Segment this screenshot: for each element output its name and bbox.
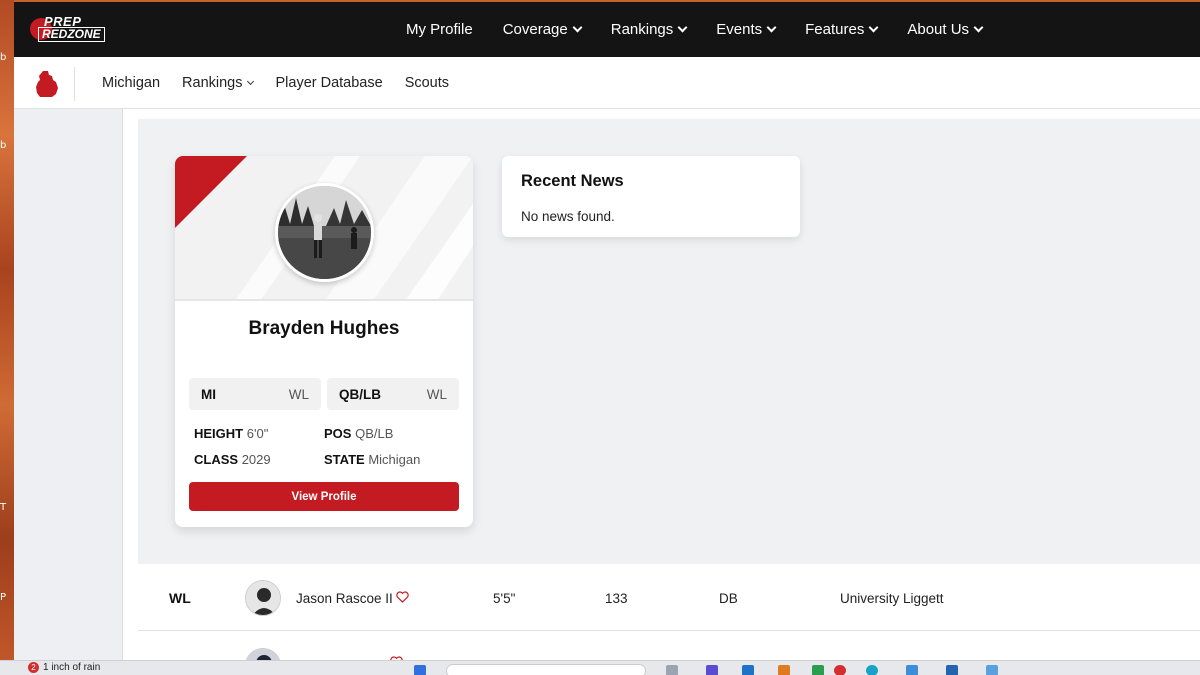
prep-redzone-logo[interactable]: PREP REDZONE [28, 14, 110, 44]
sub-nav-menu: Michigan Rankings Player Database Scouts [102, 57, 449, 109]
stat-position: POS QB/LB [324, 426, 394, 441]
favorite-heart-icon[interactable] [396, 591, 409, 603]
sub-nav-scouts[interactable]: Scouts [405, 75, 449, 91]
player-thumbnail [245, 648, 281, 660]
app-icon[interactable] [986, 665, 998, 675]
player-profile-card: Brayden Hughes MI WL QB/LB WL HEIGHT 6'0… [175, 156, 473, 527]
row-height: 5'5" [493, 590, 516, 606]
desktop-edge-text: P [0, 592, 7, 603]
weather-badge: 2 [28, 662, 39, 673]
pill-key: MI [201, 386, 216, 402]
nav-label: My Profile [406, 21, 473, 38]
top-nav-menu: My Profile Coverage Rankings Events Feat… [406, 2, 984, 57]
stat-height: HEIGHT 6'0" [194, 426, 269, 441]
row-rank: WL [169, 590, 191, 606]
app-icon[interactable] [812, 665, 824, 675]
chevron-down-icon [677, 22, 688, 33]
chevron-down-icon [247, 77, 255, 86]
weather-widget[interactable]: 2 1 inch of rain [28, 662, 100, 673]
player-thumbnail [245, 580, 281, 616]
state-sub-nav: Michigan Rankings Player Database Scouts [14, 57, 1200, 109]
pill-value: WL [288, 386, 309, 402]
taskbar-search-box[interactable] [446, 664, 646, 675]
sub-nav-label: Michigan [102, 75, 161, 91]
desktop-edge-text: b [0, 140, 7, 151]
desktop-edge-text: T [0, 502, 7, 513]
view-profile-button[interactable]: View Profile [189, 482, 459, 511]
recent-news-title: Recent News [521, 172, 624, 190]
notification-badge-icon[interactable] [834, 665, 846, 675]
nav-events[interactable]: Events [716, 21, 777, 38]
row-player-name[interactable]: Jason Rascoe II [296, 565, 393, 631]
app-icon[interactable] [778, 665, 790, 675]
app-icon[interactable] [906, 665, 918, 675]
nav-label: Features [805, 21, 865, 38]
chevron-down-icon [973, 22, 984, 33]
nav-label: Events [716, 21, 763, 38]
nav-about-us[interactable]: About Us [907, 21, 984, 38]
sub-nav-divider [74, 67, 75, 101]
nav-label: About Us [907, 21, 970, 38]
word-icon[interactable] [946, 665, 958, 675]
os-taskbar: 2 1 inch of rain [0, 660, 1200, 675]
logo-text-redzone: REDZONE [38, 27, 105, 42]
table-row[interactable] [138, 632, 1200, 660]
left-sidebar [14, 109, 123, 660]
teams-icon[interactable] [706, 665, 718, 675]
michigan-state-icon[interactable] [34, 70, 60, 98]
position-ranking-pill: QB/LB WL [327, 378, 459, 410]
recent-news-empty-text: No news found. [521, 209, 615, 224]
chevron-down-icon [766, 22, 777, 33]
stat-class: CLASS 2029 [194, 452, 271, 467]
nav-label: Rankings [610, 21, 674, 38]
chevron-down-icon [572, 22, 583, 33]
desktop-edge-text: b [0, 52, 7, 63]
stat-state: STATE Michigan [324, 452, 421, 467]
sub-nav-michigan[interactable]: Michigan [102, 75, 160, 91]
pill-key: QB/LB [339, 386, 381, 402]
outlook-icon[interactable] [742, 665, 754, 675]
player-overview-section: Brayden Hughes MI WL QB/LB WL HEIGHT 6'0… [138, 119, 1200, 564]
pill-value: WL [426, 386, 447, 402]
recent-news-card: Recent News No news found. [502, 156, 800, 237]
browser-window: PREP REDZONE My Profile Coverage Ranking… [14, 2, 1200, 660]
sub-nav-rankings[interactable]: Rankings [182, 75, 255, 91]
nav-rankings[interactable]: Rankings [610, 21, 688, 38]
desktop-background: b b T P [0, 0, 14, 675]
task-view-icon[interactable] [666, 665, 678, 675]
sub-nav-label: Scouts [404, 75, 450, 91]
sub-nav-label: Player Database [275, 75, 383, 91]
card-header-banner [175, 156, 473, 301]
nav-label: Coverage [502, 21, 568, 38]
nav-features[interactable]: Features [805, 21, 879, 38]
player-name: Brayden Hughes [248, 318, 400, 339]
state-ranking-pill: MI WL [189, 378, 321, 410]
edge-browser-icon[interactable] [866, 665, 878, 675]
top-nav-bar: PREP REDZONE My Profile Coverage Ranking… [14, 2, 1200, 57]
row-position: DB [719, 590, 738, 606]
nav-my-profile[interactable]: My Profile [406, 21, 473, 38]
red-corner-accent [175, 156, 247, 228]
windows-start-icon[interactable] [414, 665, 426, 675]
row-weight: 133 [605, 590, 628, 606]
weather-text: 1 inch of rain [43, 662, 101, 673]
chevron-down-icon [868, 22, 879, 33]
table-row[interactable]: WL Jason Rascoe II 5'5" 133 DB Universit… [138, 565, 1200, 631]
row-school: University Liggett [840, 590, 944, 606]
player-avatar [275, 183, 374, 282]
nav-coverage[interactable]: Coverage [502, 21, 583, 38]
sub-nav-label: Rankings [182, 75, 243, 91]
sub-nav-player-database[interactable]: Player Database [275, 75, 382, 91]
